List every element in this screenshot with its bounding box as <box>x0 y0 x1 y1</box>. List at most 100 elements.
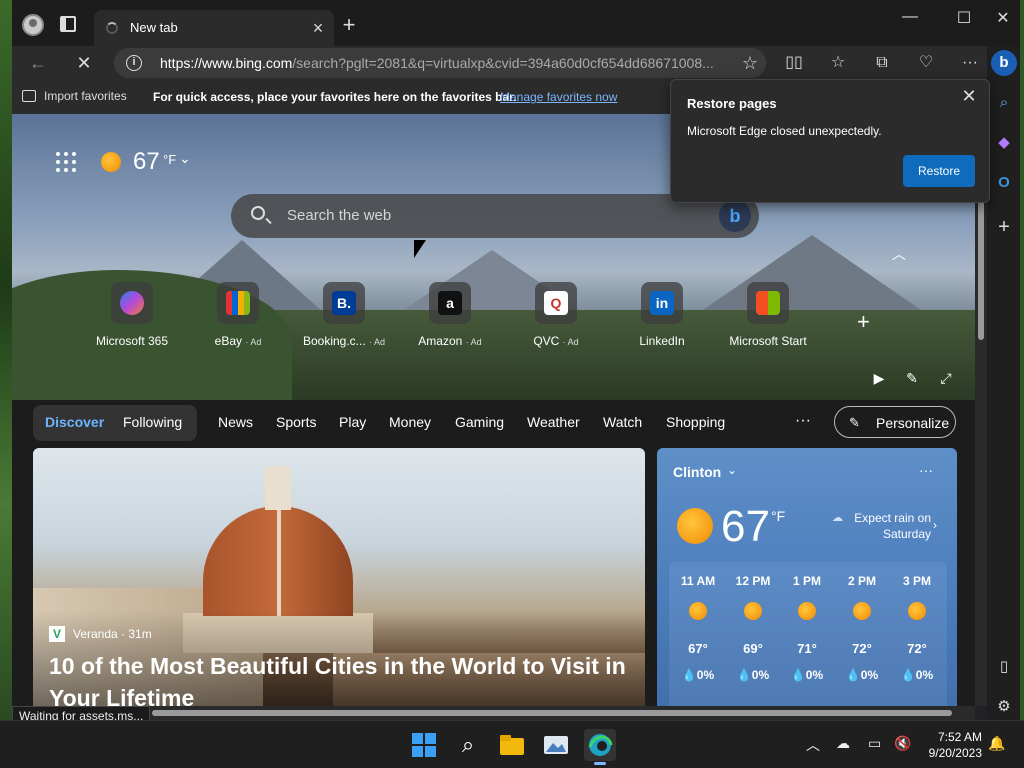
quick-link-microsoft-start[interactable]: Microsoft Start <box>718 282 818 348</box>
search-icon <box>251 206 265 220</box>
hourly-item: 12 PM 69° 💧0% <box>735 574 771 682</box>
display-icon[interactable]: ▭ <box>868 735 881 752</box>
manage-favorites-link[interactable]: Manage favorites now <box>500 90 617 104</box>
copilot-icon[interactable]: ◆ <box>991 130 1017 156</box>
chevron-down-icon[interactable]: ⌄ <box>727 463 737 477</box>
tab-new-tab[interactable]: New tab × <box>94 10 334 46</box>
clock-date: 9/20/2023 <box>928 746 982 760</box>
file-explorer-icon[interactable] <box>496 729 528 761</box>
tab-play[interactable]: Play <box>339 414 366 430</box>
bing-copilot-icon[interactable]: b <box>991 50 1017 76</box>
collections-icon[interactable]: ⧉ <box>868 50 896 76</box>
site-info-icon[interactable]: i <box>126 55 142 71</box>
hide-sidebar-icon[interactable]: ▯ <box>991 654 1017 680</box>
new-tab-button[interactable]: + <box>338 14 360 37</box>
quick-link-amazon[interactable]: a Amazon · Ad <box>400 282 500 348</box>
bing-chat-icon[interactable]: b <box>719 200 751 232</box>
tab-actions-icon[interactable] <box>60 16 76 32</box>
hourly-item: 2 PM 72° 💧0% <box>845 574 879 682</box>
sidebar-settings-gear-icon[interactable]: ⚙ <box>991 694 1017 720</box>
article-image-lantern <box>265 466 291 510</box>
more-options-icon[interactable]: ··· <box>919 462 933 478</box>
qvc-icon: Q <box>544 291 568 315</box>
quick-link-ebay[interactable]: eBay · Ad <box>188 282 288 348</box>
notification-bell-icon[interactable]: 🔔 <box>988 735 1005 752</box>
personalize-button[interactable]: ✎ Personalize <box>834 406 956 438</box>
chevron-up-icon[interactable]: ︿ <box>806 735 820 755</box>
collapse-chevron-icon[interactable]: ︿ <box>892 244 906 264</box>
split-screen-icon[interactable]: ▯▯ <box>780 50 808 76</box>
tab-shopping[interactable]: Shopping <box>666 414 725 430</box>
maximize-button[interactable]: ☐ <box>942 8 986 30</box>
close-tab-icon[interactable]: × <box>308 18 328 38</box>
expand-icon[interactable]: ⤢ <box>936 370 956 387</box>
address-bar[interactable]: i https://www.bing.com/search?pglt=2081&… <box>114 48 766 78</box>
weather-card[interactable]: Clinton ⌄ ··· 67 °F ☁ Expect rain on Sat… <box>657 448 957 720</box>
tab-gaming[interactable]: Gaming <box>455 414 504 430</box>
add-sidebar-app-icon[interactable]: + <box>991 214 1017 240</box>
settings-more-icon[interactable]: ··· <box>956 50 984 76</box>
tab-weather[interactable]: Weather <box>527 414 580 430</box>
scroll-thumb[interactable] <box>152 710 952 716</box>
featured-article-card[interactable]: V Veranda · 31m 10 of the Most Beautiful… <box>33 448 645 720</box>
minimize-button[interactable]: — <box>888 8 932 30</box>
horizontal-scrollbar[interactable] <box>12 706 975 720</box>
import-favorites-button[interactable]: Import favorites <box>22 89 127 103</box>
tab-following[interactable]: Following <box>123 414 182 430</box>
article-image-rib <box>277 506 281 616</box>
onedrive-icon[interactable]: ☁ <box>836 735 850 752</box>
quick-link-qvc[interactable]: Q QVC · Ad <box>506 282 606 348</box>
start-icon[interactable] <box>408 729 440 761</box>
desktop-background-right <box>1020 0 1024 720</box>
outlook-icon[interactable]: O <box>991 170 1017 196</box>
stop-loading-button[interactable]: ✕ <box>70 50 98 76</box>
more-options-icon[interactable]: ··· <box>795 412 811 430</box>
url-text[interactable]: https://www.bing.com/search?pglt=2081&q=… <box>160 55 730 71</box>
tab-title: New tab <box>130 20 178 35</box>
edge-taskbar-icon[interactable] <box>584 729 616 765</box>
sun-icon <box>908 602 926 620</box>
tab-news[interactable]: News <box>218 414 253 430</box>
volume-muted-icon[interactable]: 🔇 <box>894 735 911 752</box>
quick-link-microsoft-365[interactable]: Microsoft 365 <box>82 282 182 348</box>
tab-money[interactable]: Money <box>389 414 431 430</box>
add-favorite-star-icon[interactable]: ☆ <box>738 51 762 75</box>
tab-sports[interactable]: Sports <box>276 414 316 430</box>
article-headline[interactable]: 10 of the Most Beautiful Cities in the W… <box>49 650 639 714</box>
sun-icon <box>853 602 871 620</box>
microsoft-start-icon <box>756 291 780 315</box>
feed-navigation: Discover Following News Sports Play Mone… <box>12 400 975 446</box>
chevron-right-icon[interactable]: › <box>933 518 937 532</box>
import-icon <box>22 90 36 102</box>
favorites-hint: For quick access, place your favorites h… <box>153 90 517 104</box>
article-source: Veranda · 31m <box>73 627 152 641</box>
restore-pages-dialog: Restore pages Microsoft Edge closed unex… <box>670 79 990 203</box>
weather-location[interactable]: Clinton <box>673 464 721 480</box>
hourly-item: 11 AM 67° 💧0% <box>680 574 716 682</box>
play-icon[interactable]: ▶ <box>869 370 889 387</box>
profile-avatar-icon[interactable] <box>22 14 44 36</box>
microsoft-365-icon <box>120 291 144 315</box>
add-quick-link-button[interactable]: + <box>857 309 870 335</box>
edit-background-icon[interactable]: ✎ <box>902 370 922 387</box>
restore-button[interactable]: Restore <box>903 155 975 187</box>
search-icon[interactable]: ⌕ <box>991 90 1017 116</box>
loading-spinner-icon <box>106 22 118 34</box>
apps-launcher-icon[interactable] <box>56 152 76 172</box>
browser-essentials-icon[interactable]: ♡ <box>912 50 940 76</box>
weather-note[interactable]: Expect rain on Saturday <box>827 510 931 542</box>
search-icon[interactable]: ⌕ <box>452 729 484 761</box>
ebay-icon <box>226 291 250 315</box>
quick-link-booking[interactable]: B. Booking.c... · Ad <box>294 282 394 348</box>
tab-discover[interactable]: Discover <box>45 414 104 430</box>
weather-temperature: 67 <box>721 502 770 551</box>
close-window-button[interactable]: ✕ <box>988 8 1018 30</box>
photos-app-icon[interactable] <box>540 729 572 761</box>
clock-time: 7:52 AM <box>937 730 982 744</box>
back-button[interactable]: ← <box>24 50 52 76</box>
close-icon[interactable]: ✕ <box>957 84 981 108</box>
favorites-icon[interactable]: ☆ <box>824 50 852 76</box>
system-clock[interactable]: 7:52 AM 9/20/2023 <box>918 729 982 761</box>
quick-link-linkedin[interactable]: in LinkedIn <box>612 282 712 348</box>
tab-watch[interactable]: Watch <box>603 414 642 430</box>
